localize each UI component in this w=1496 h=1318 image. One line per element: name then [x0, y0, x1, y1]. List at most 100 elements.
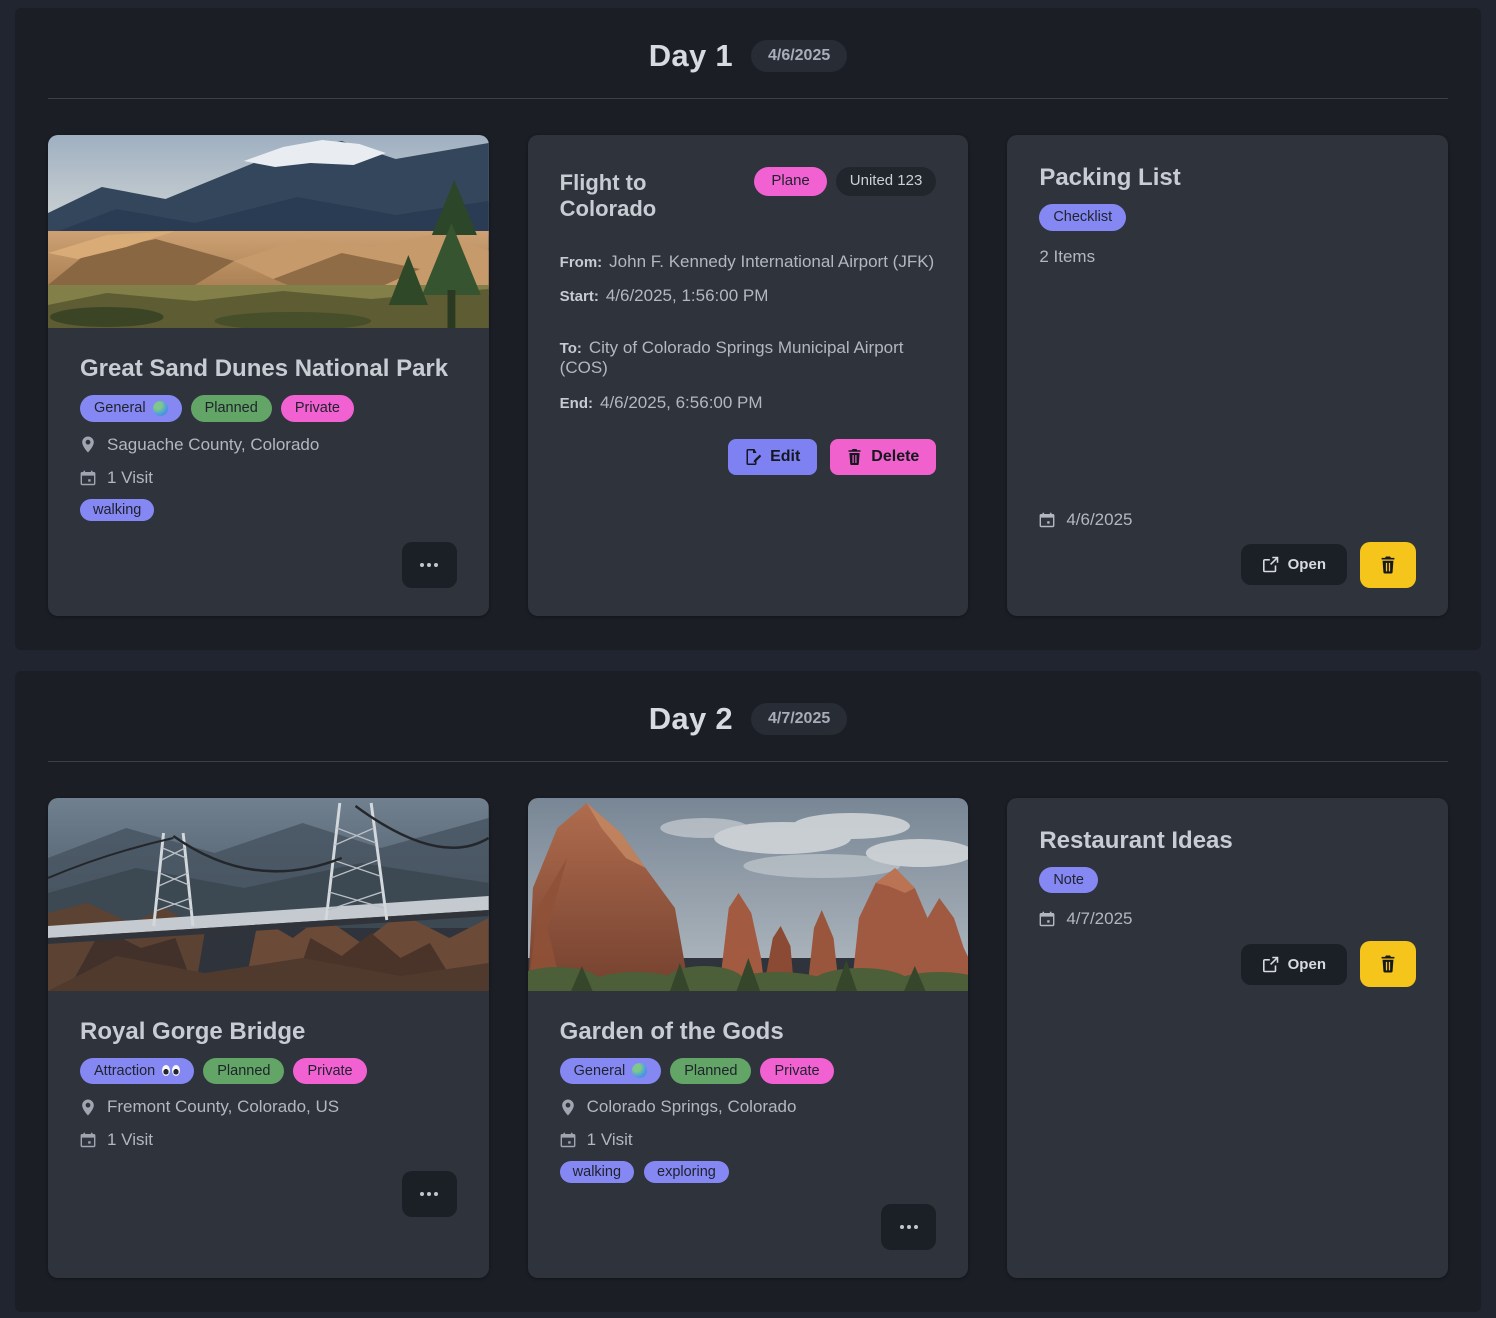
badge-row: General Planned Private [560, 1058, 937, 1084]
place-card-body: Royal Gorge Bridge Attraction Planned Pr… [48, 991, 489, 1279]
location-text: Colorado Springs, Colorado [587, 1097, 797, 1117]
checklist-date: 4/6/2025 [1066, 510, 1132, 530]
trash-icon [1380, 556, 1396, 574]
badge-row: Attraction Planned Private [80, 1058, 457, 1084]
delete-note-button[interactable] [1360, 941, 1416, 987]
location-text: Saguache County, Colorado [107, 435, 319, 455]
location-row: Colorado Springs, Colorado [560, 1097, 937, 1117]
calendar-icon [80, 470, 96, 486]
location-pin-icon [80, 436, 96, 453]
day-date-badge: 4/7/2025 [751, 703, 847, 735]
royal-gorge-bridge-photo [48, 798, 489, 991]
flight-end-row: End: 4/6/2025, 6:56:00 PM [560, 393, 937, 413]
items-count: 2 Items [1039, 247, 1416, 267]
tag-row: walking exploring [560, 1161, 937, 1183]
note-title: Restaurant Ideas [1039, 828, 1416, 854]
badge-row: General Planned Private [80, 395, 457, 421]
checklist-date-row: 4/6/2025 [1039, 510, 1416, 530]
note-date: 4/7/2025 [1066, 909, 1132, 929]
more-options-button[interactable] [402, 1171, 457, 1217]
to-label: To: [560, 340, 582, 357]
checklist-card-packing-list: Packing List Checklist 2 Items 4/6/2025 … [1007, 135, 1448, 616]
flight-start-row: Start: 4/6/2025, 1:56:00 PM [560, 286, 937, 306]
checklist-type-badge: Checklist [1039, 204, 1126, 230]
place-title: Royal Gorge Bridge [80, 1019, 457, 1045]
place-card-great-sand-dunes: Great Sand Dunes National Park General P… [48, 135, 489, 616]
flight-badges: Plane United 123 [754, 167, 936, 196]
checklist-title: Packing List [1039, 165, 1416, 191]
calendar-icon [80, 1132, 96, 1148]
visits-text: 1 Visit [587, 1130, 633, 1150]
location-row: Saguache County, Colorado [80, 435, 457, 455]
visits-text: 1 Visit [107, 1130, 153, 1150]
day-2-header: Day 2 4/7/2025 [15, 671, 1481, 761]
eyes-icon [162, 1065, 180, 1076]
day-title: Day 2 [649, 701, 733, 737]
transport-type-badge: Plane [754, 167, 826, 196]
tag: walking [80, 499, 154, 521]
more-options-button[interactable] [402, 542, 457, 588]
tag-row: walking [80, 499, 457, 521]
great-sand-dunes-photo [48, 135, 489, 328]
day-2-section: Day 2 4/7/2025 [15, 671, 1481, 1313]
note-actions: Open [1039, 941, 1416, 987]
place-title: Great Sand Dunes National Park [80, 356, 457, 382]
note-type-badge: Note [1039, 867, 1098, 893]
day-1-header: Day 1 4/6/2025 [15, 8, 1481, 98]
category-badge: Attraction [80, 1058, 194, 1084]
status-badge: Planned [203, 1058, 284, 1084]
end-label: End: [560, 395, 593, 412]
place-card-body: Great Sand Dunes National Park General P… [48, 328, 489, 616]
external-link-icon [1262, 556, 1279, 573]
globe-icon [153, 401, 168, 416]
start-value: 4/6/2025, 1:56:00 PM [606, 286, 769, 305]
location-pin-icon [80, 1099, 96, 1116]
globe-icon [632, 1063, 647, 1078]
visits-row: 1 Visit [80, 468, 457, 488]
visibility-badge: Private [760, 1058, 833, 1084]
tag: exploring [644, 1161, 729, 1183]
garden-of-the-gods-photo [528, 798, 969, 991]
place-title: Garden of the Gods [560, 1019, 937, 1045]
badge-row: Note [1039, 867, 1416, 893]
from-label: From: [560, 254, 603, 271]
status-badge: Planned [191, 395, 272, 421]
location-row: Fremont County, Colorado, US [80, 1097, 457, 1117]
delete-button[interactable]: Delete [830, 439, 936, 475]
flight-title: Flight to Colorado [560, 167, 743, 222]
note-date-row: 4/7/2025 [1039, 909, 1416, 929]
day-2-cards-row: Royal Gorge Bridge Attraction Planned Pr… [15, 762, 1481, 1279]
open-button[interactable]: Open [1241, 944, 1347, 985]
edit-button[interactable]: Edit [728, 439, 817, 475]
place-card-garden-of-the-gods: Garden of the Gods General Planned Priva… [528, 798, 969, 1279]
day-title: Day 1 [649, 38, 733, 74]
place-card-body: Garden of the Gods General Planned Priva… [528, 991, 969, 1279]
place-card-royal-gorge: Royal Gorge Bridge Attraction Planned Pr… [48, 798, 489, 1279]
calendar-icon [1039, 512, 1055, 528]
external-link-icon [1262, 956, 1279, 973]
start-label: Start: [560, 288, 599, 305]
trash-icon [847, 449, 862, 465]
more-options-button[interactable] [881, 1204, 936, 1250]
from-value: John F. Kennedy International Airport (J… [609, 252, 934, 271]
edit-icon [745, 449, 761, 465]
category-badge: General [80, 395, 182, 421]
delete-checklist-button[interactable] [1360, 542, 1416, 588]
tag: walking [560, 1161, 634, 1183]
flight-to-row: To:City of Colorado Springs Municipal Ai… [560, 338, 937, 379]
visits-text: 1 Visit [107, 468, 153, 488]
note-card-restaurant-ideas: Restaurant Ideas Note 4/7/2025 Open [1007, 798, 1448, 1279]
checklist-actions: Open [1039, 542, 1416, 588]
location-text: Fremont County, Colorado, US [107, 1097, 339, 1117]
calendar-icon [1039, 911, 1055, 927]
day-1-section: Day 1 4/6/2025 [15, 8, 1481, 650]
end-value: 4/6/2025, 6:56:00 PM [600, 393, 763, 412]
day-date-badge: 4/6/2025 [751, 40, 847, 72]
visibility-badge: Private [281, 395, 354, 421]
flight-actions: Edit Delete [560, 439, 937, 475]
open-button[interactable]: Open [1241, 544, 1347, 585]
trash-icon [1380, 955, 1396, 973]
flight-from-row: From: John F. Kennedy International Airpo… [560, 252, 937, 272]
category-badge: General [560, 1058, 662, 1084]
calendar-icon [560, 1132, 576, 1148]
